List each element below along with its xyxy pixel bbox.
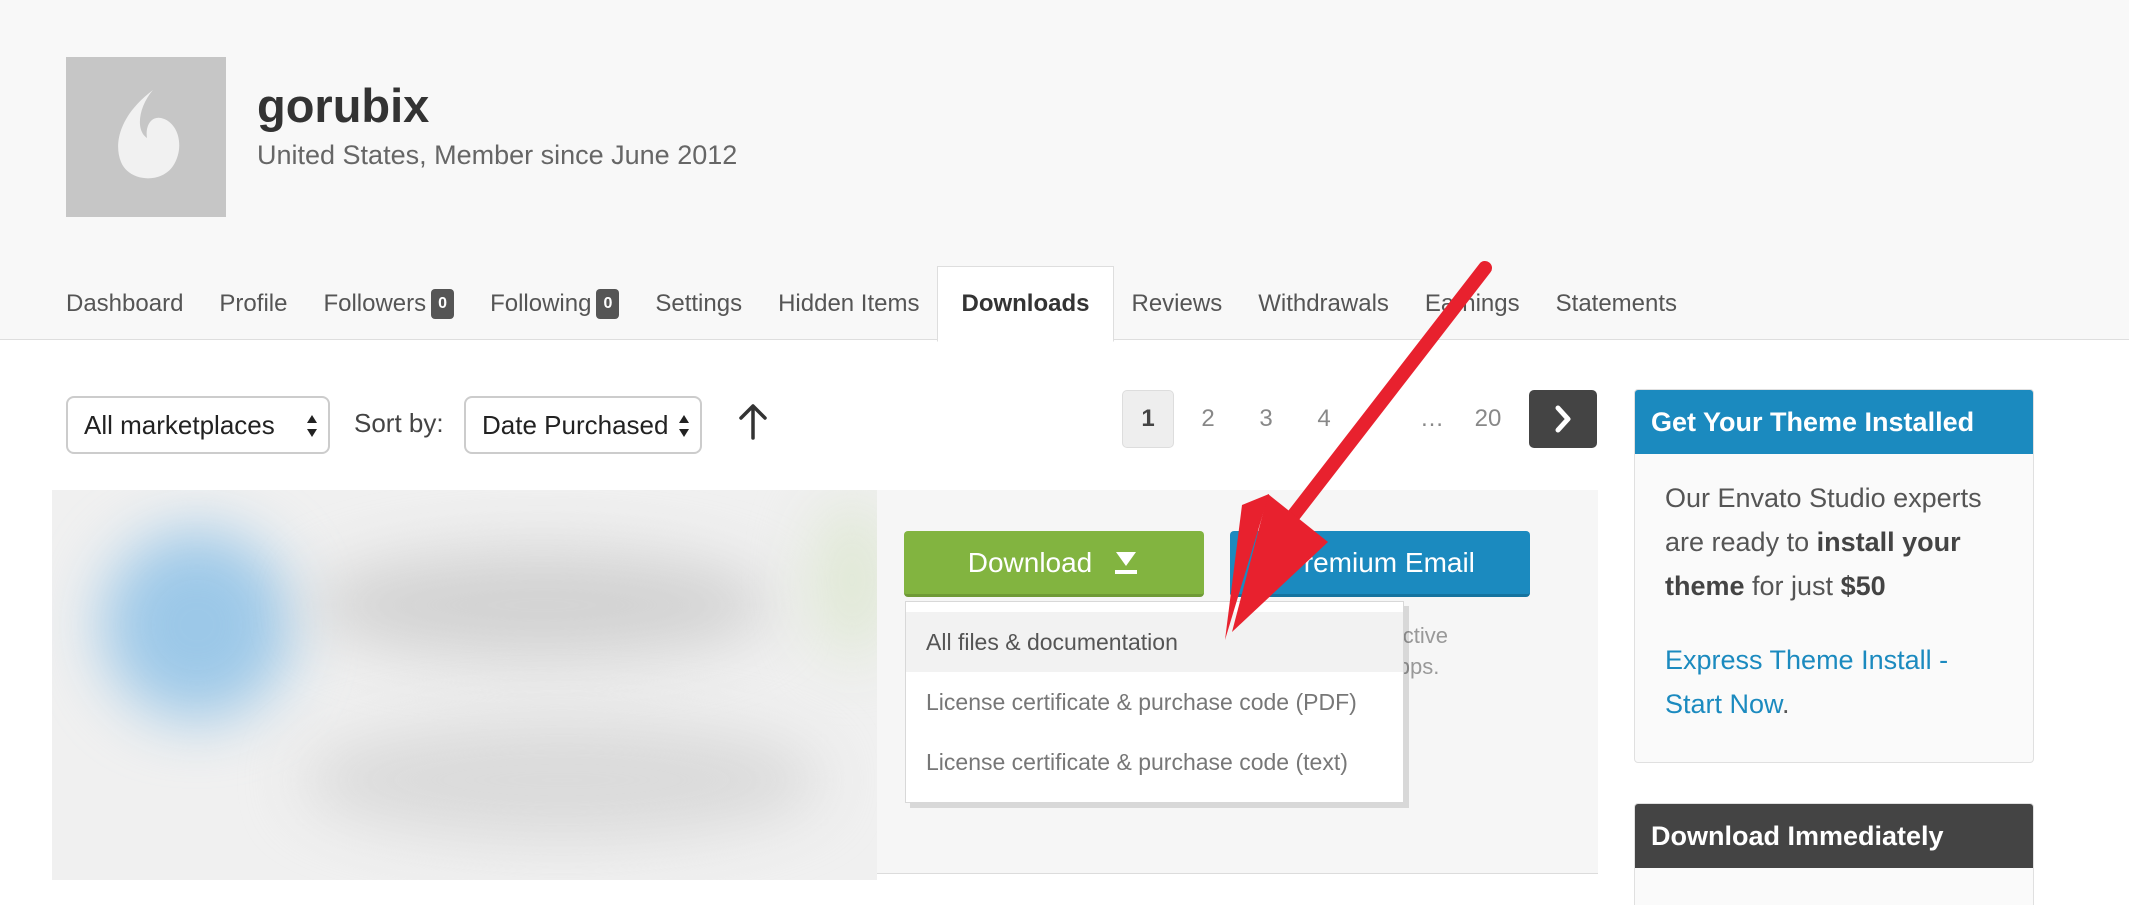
tab-statements[interactable]: Statements [1538,266,1695,341]
theme-install-title: Get Your Theme Installed [1635,390,2033,454]
profile-header: gorubix United States, Member since June… [0,0,2129,342]
page-3-button[interactable]: 3 [1246,390,1286,448]
tab-label: Hidden Items [778,289,920,317]
marketplace-select-value: All marketplaces [84,409,275,440]
select-arrows-icon [679,415,689,437]
select-arrows-icon [307,415,317,437]
theme-install-box: Get Your Theme Installed Our Envato Stud… [1634,389,2034,763]
tab-downloads[interactable]: Downloads [937,266,1114,342]
page-1-button[interactable]: 1 [1122,390,1174,448]
tab-following[interactable]: Following 0 [472,266,637,341]
tab-label: Profile [219,289,288,317]
express-install-link[interactable]: Express Theme Install - Start Now [1665,645,1948,719]
link-suffix: . [1782,689,1790,719]
page-4-button[interactable]: 4 [1304,390,1344,448]
tab-label: Earnings [1424,289,1520,317]
tab-hidden-items[interactable]: Hidden Items [760,266,937,341]
download-button-label: Download [967,546,1093,578]
premium-email-label: Premium Email [1285,546,1475,578]
next-page-button[interactable] [1529,390,1597,448]
tab-label: Dashboard [66,289,184,317]
tab-earnings[interactable]: Earnings [1407,266,1538,341]
sort-select[interactable]: Date Purchased [464,396,702,454]
page-number: … [1420,405,1444,432]
theme-install-price: $50 [1840,571,1886,601]
item-thumbnail-blurred [52,490,877,880]
tab-followers[interactable]: Followers 0 [305,266,472,341]
download-arrow-icon [1115,551,1138,574]
arrow-up-icon[interactable] [736,402,770,442]
menu-item-all-files[interactable]: All files & documentation [906,612,1403,672]
download-immediately-box: Download Immediately [1634,803,2034,905]
download-immediately-title: Download Immediately [1635,804,2033,868]
page-ellipsis: … [1412,390,1452,448]
tab-dashboard[interactable]: Dashboard [48,266,201,341]
tab-label: Statements [1555,289,1678,317]
page-number: 1 [1141,405,1155,432]
page-number: 2 [1201,405,1215,432]
page-number: 4 [1317,405,1331,432]
sort-select-value: Date Purchased [482,409,669,440]
account-tabs: Dashboard Profile Followers 0 Following 0 … [48,266,1695,342]
followers-count-badge: 0 [431,288,455,319]
page-20-button[interactable]: 20 [1468,390,1508,448]
tab-withdrawals[interactable]: Withdrawals [1240,266,1407,341]
download-button[interactable]: Download [904,531,1204,597]
tab-settings[interactable]: Settings [637,266,760,341]
tab-label: Following [490,289,592,317]
tab-profile[interactable]: Profile [201,266,305,341]
chevron-right-icon [1555,405,1571,433]
page-2-button[interactable]: 2 [1188,390,1228,448]
theme-install-text: for just [1744,571,1841,601]
tab-label: Settings [655,289,743,317]
menu-item-license-pdf[interactable]: License certificate & purchase code (PDF… [906,672,1403,732]
theme-install-body: Our Envato Studio experts are ready to i… [1635,454,2033,748]
download-dropdown-menu: All files & documentation License certif… [905,601,1404,803]
avatar[interactable] [66,57,226,217]
profile-subtitle: United States, Member since June 2012 [257,140,738,170]
menu-item-license-text[interactable]: License certificate & purchase code (tex… [906,732,1403,792]
premium-email-button[interactable]: Premium Email [1230,531,1530,597]
tab-label: Followers [323,289,427,317]
profile-username: gorubix [257,79,430,132]
tab-label: Downloads [961,290,1090,317]
tab-label: Reviews [1131,289,1223,317]
page-number: 20 [1474,405,1502,432]
marketplace-select[interactable]: All marketplaces [66,396,330,454]
following-count-badge: 0 [596,288,620,319]
envato-leaf-icon [118,90,180,179]
sort-label: Sort by: [354,408,444,438]
tab-reviews[interactable]: Reviews [1114,266,1241,341]
tab-label: Withdrawals [1258,289,1389,317]
page-number: 3 [1259,405,1273,432]
